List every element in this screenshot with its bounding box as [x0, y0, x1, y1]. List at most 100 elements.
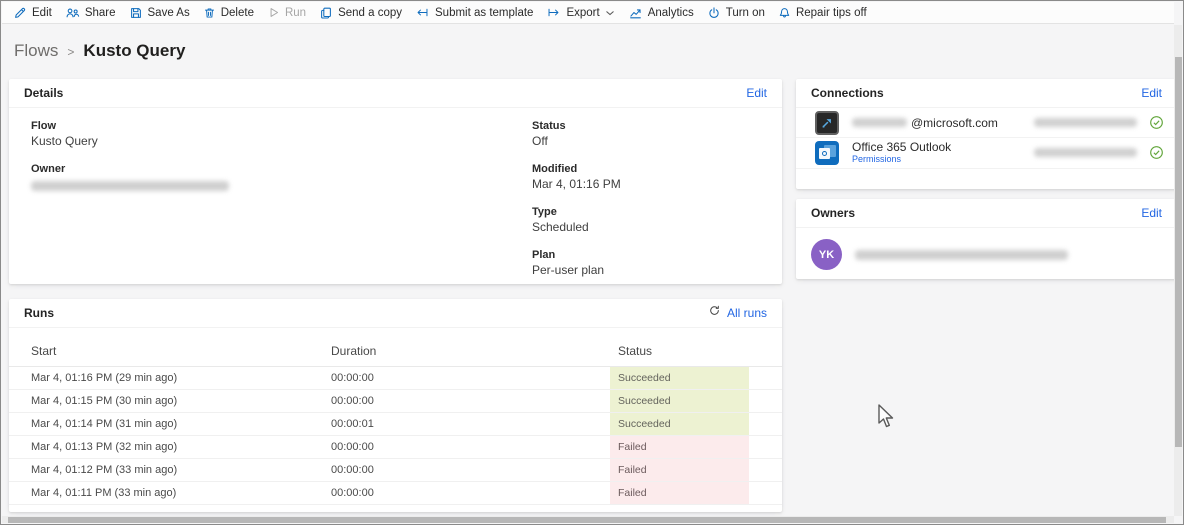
toolbar-label: Submit as template [435, 6, 534, 19]
toolbar-label: Send a copy [338, 6, 403, 19]
repair-tips-button[interactable]: Repair tips off [778, 6, 867, 20]
table-row[interactable]: Mar 4, 01:16 PM (29 min ago) 00:00:00 Su… [9, 367, 782, 390]
line-chart-icon [628, 6, 643, 20]
toolbar-label: Edit [32, 6, 52, 19]
edit-button[interactable]: Edit [13, 6, 52, 20]
all-runs-button[interactable]: All runs [708, 304, 767, 322]
owners-edit-link[interactable]: Edit [1141, 206, 1162, 220]
permissions-link[interactable]: Permissions [852, 153, 951, 165]
arrow-from-bar-right-icon [546, 6, 561, 19]
run-duration: 00:00:01 [331, 418, 374, 430]
toolbar-label: Analytics [647, 6, 694, 19]
send-a-copy-button[interactable]: Send a copy [319, 6, 402, 20]
breadcrumb: Flows > Kusto Query [14, 41, 185, 61]
toolbar-label: Turn on [725, 6, 765, 19]
owners-title: Owners [811, 206, 856, 220]
run-button: Run [267, 6, 306, 19]
vertical-scrollbar[interactable] [1174, 25, 1182, 516]
connections-title: Connections [811, 86, 884, 100]
run-duration: 00:00:00 [331, 487, 374, 499]
redacted-connection-account [1034, 118, 1137, 127]
connections-edit-link[interactable]: Edit [1141, 86, 1162, 100]
field-value: Per-user plan [532, 263, 605, 277]
owners-card: Owners Edit YK [796, 199, 1177, 279]
status-badge: Failed [610, 482, 749, 504]
field-label: Status [532, 120, 566, 132]
play-icon [267, 6, 280, 19]
field-label: Type [532, 206, 557, 218]
save-as-button[interactable]: Save As [129, 6, 190, 20]
horizontal-scrollbar[interactable] [2, 516, 1174, 523]
bell-icon [778, 6, 791, 20]
field-label: Modified [532, 163, 578, 175]
submit-as-template-button[interactable]: Submit as template [415, 6, 533, 19]
field-label: Plan [532, 249, 556, 261]
connection-row-outlook[interactable]: Office 365 Outlook Permissions [796, 138, 1177, 169]
field-label: Flow [31, 120, 57, 132]
all-runs-label: All runs [726, 306, 767, 320]
trash-icon [203, 6, 216, 20]
toolbar-label: Delete [220, 6, 254, 19]
status-badge: Succeeded [610, 390, 749, 412]
table-row[interactable]: Mar 4, 01:11 PM (33 min ago) 00:00:00 Fa… [9, 482, 782, 505]
status-badge: Succeeded [610, 367, 749, 389]
run-start: Mar 4, 01:15 PM (30 min ago) [31, 395, 178, 407]
redacted-owner-name [855, 249, 1068, 260]
connection-row-kusto[interactable]: @microsoft.com [796, 108, 1177, 138]
vertical-scrollbar-thumb[interactable] [1174, 57, 1182, 447]
field-status: Status Off [532, 119, 621, 149]
chevron-down-icon [605, 9, 615, 17]
run-start: Mar 4, 01:12 PM (33 min ago) [31, 464, 178, 476]
office365-outlook-icon [815, 141, 839, 165]
save-icon [129, 6, 143, 20]
runs-table-header: Start Duration Status [9, 328, 782, 367]
table-row[interactable]: Mar 4, 01:13 PM (32 min ago) 00:00:00 Fa… [9, 436, 782, 459]
export-button[interactable]: Export [546, 6, 614, 19]
mouse-cursor [877, 404, 895, 435]
toolbar-label: Repair tips off [795, 6, 867, 19]
details-edit-link[interactable]: Edit [746, 86, 767, 100]
share-button[interactable]: Share [65, 6, 116, 20]
breadcrumb-flows-link[interactable]: Flows [14, 41, 58, 61]
pencil-icon [13, 6, 27, 20]
table-row[interactable]: Mar 4, 01:15 PM (30 min ago) 00:00:00 Su… [9, 390, 782, 413]
run-start: Mar 4, 01:16 PM (29 min ago) [31, 372, 178, 384]
status-badge: Failed [610, 436, 749, 458]
table-row[interactable]: Mar 4, 01:14 PM (31 min ago) 00:00:01 Su… [9, 413, 782, 436]
connection-name: Office 365 Outlook [852, 140, 952, 154]
field-label: Owner [31, 163, 66, 175]
table-row[interactable]: Mar 4, 01:12 PM (33 min ago) 00:00:00 Fa… [9, 459, 782, 482]
app-window: Edit Share Save As Delete Run Send a cop… [0, 0, 1184, 525]
run-start: Mar 4, 01:14 PM (31 min ago) [31, 418, 178, 430]
run-duration: 00:00:00 [331, 395, 374, 407]
command-bar: Edit Share Save As Delete Run Send a cop… [2, 2, 1174, 24]
column-header-start: Start [31, 344, 57, 358]
field-flow: Flow Kusto Query [31, 119, 229, 149]
avatar: YK [811, 239, 842, 270]
horizontal-scrollbar-thumb[interactable] [8, 516, 1166, 523]
status-badge: Succeeded [610, 413, 749, 435]
column-header-duration: Duration [331, 344, 377, 358]
check-circle-icon [1149, 145, 1164, 165]
status-badge: Failed [610, 459, 749, 481]
toolbar-label: Share [84, 6, 116, 19]
field-plan: Plan Per-user plan [532, 248, 621, 278]
power-icon [707, 6, 721, 20]
page-title: Kusto Query [83, 41, 186, 60]
turn-on-button[interactable]: Turn on [707, 6, 765, 20]
check-circle-icon [1149, 115, 1164, 135]
run-duration: 00:00:00 [331, 441, 374, 453]
run-start: Mar 4, 01:13 PM (32 min ago) [31, 441, 178, 453]
connection-name: @microsoft.com [852, 116, 998, 130]
runs-card: Runs All runs Start Duration Status Mar … [9, 299, 782, 512]
delete-button[interactable]: Delete [203, 6, 254, 20]
copy-icon [319, 6, 333, 20]
connections-card: Connections Edit @microsoft.com Office 3… [796, 79, 1177, 189]
field-value: Scheduled [532, 220, 589, 234]
field-value: Off [532, 134, 548, 148]
toolbar-label: Run [284, 6, 307, 19]
people-icon [65, 6, 80, 20]
breadcrumb-separator: > [67, 44, 75, 59]
details-title: Details [24, 86, 64, 100]
analytics-button[interactable]: Analytics [628, 6, 694, 20]
